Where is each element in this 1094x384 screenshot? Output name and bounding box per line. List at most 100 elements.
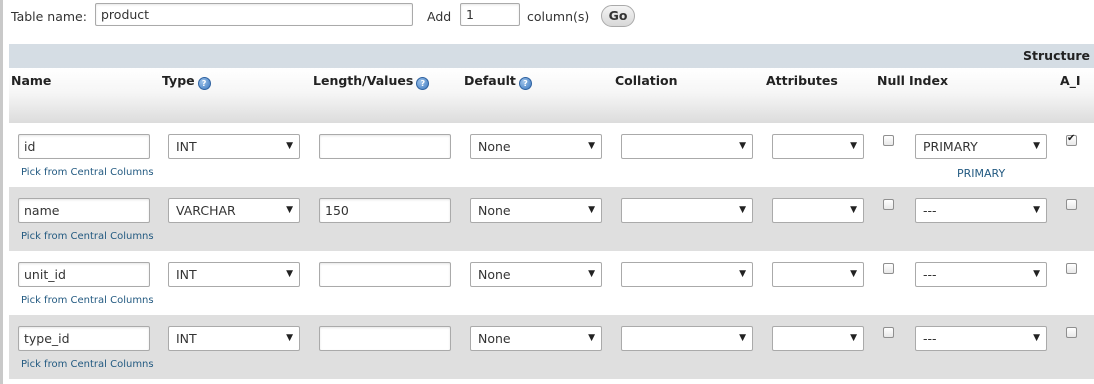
attributes-select[interactable]: ▼ xyxy=(772,326,864,351)
collation-select[interactable]: ▼ xyxy=(621,198,753,223)
attributes-select[interactable]: ▼ xyxy=(772,198,864,223)
add-label: Add xyxy=(427,9,452,24)
dropdown-arrow-icon: ▼ xyxy=(588,333,595,343)
dropdown-arrow-icon: ▼ xyxy=(739,269,746,279)
col-header-length-label: Length/Values xyxy=(313,73,414,88)
col-header-default: Default? xyxy=(464,73,532,90)
col-header-attributes: Attributes xyxy=(766,73,838,88)
length-values-input[interactable] xyxy=(319,134,451,159)
type-select[interactable]: VARCHAR ▼ xyxy=(168,198,300,223)
table-row: Pick from Central Columns INT ▼ None ▼ ▼ ▼… xyxy=(9,251,1094,315)
pick-central-columns-link[interactable]: Pick from Central Columns xyxy=(21,295,154,306)
null-checkbox[interactable] xyxy=(883,199,894,210)
type-select-value: INT xyxy=(176,331,197,346)
dropdown-arrow-icon: ▼ xyxy=(1033,205,1040,215)
auto-increment-checkbox[interactable] xyxy=(1066,263,1077,274)
default-select-value: None xyxy=(478,331,511,346)
col-header-length: Length/Values? xyxy=(313,73,430,90)
default-select[interactable]: None ▼ xyxy=(470,134,602,159)
dropdown-arrow-icon: ▼ xyxy=(286,269,293,279)
index-select[interactable]: --- ▼ xyxy=(915,262,1047,287)
dropdown-arrow-icon: ▼ xyxy=(1033,141,1040,151)
table-name-input[interactable] xyxy=(95,3,413,26)
structure-heading: Structure xyxy=(1023,48,1090,63)
pick-central-columns-link[interactable]: Pick from Central Columns xyxy=(21,167,154,178)
dropdown-arrow-icon: ▼ xyxy=(588,269,595,279)
dropdown-arrow-icon: ▼ xyxy=(850,205,857,215)
col-header-name: Name xyxy=(11,73,52,88)
collation-select[interactable]: ▼ xyxy=(621,134,753,159)
column-name-input[interactable] xyxy=(18,326,150,351)
null-checkbox[interactable] xyxy=(883,263,894,274)
index-select-value: PRIMARY xyxy=(923,139,978,154)
dropdown-arrow-icon: ▼ xyxy=(286,333,293,343)
dropdown-arrow-icon: ▼ xyxy=(286,141,293,151)
col-header-type: Type? xyxy=(162,73,211,90)
type-select[interactable]: INT ▼ xyxy=(168,262,300,287)
left-border xyxy=(0,0,3,384)
type-select-value: INT xyxy=(176,267,197,282)
add-columns-count-input[interactable] xyxy=(460,3,520,26)
index-select[interactable]: --- ▼ xyxy=(915,326,1047,351)
table-row: Pick from Central Columns INT ▼ None ▼ ▼ ▼… xyxy=(9,123,1094,187)
default-select-value: None xyxy=(478,139,511,154)
table-row: Pick from Central Columns INT ▼ None ▼ ▼ ▼… xyxy=(9,315,1094,379)
index-select-value: --- xyxy=(923,203,937,218)
length-values-input[interactable] xyxy=(319,326,451,351)
type-select-value: VARCHAR xyxy=(176,203,236,218)
col-header-index: Index xyxy=(909,73,949,88)
col-header-type-label: Type xyxy=(162,73,195,88)
collation-select[interactable]: ▼ xyxy=(621,326,753,351)
col-header-null: Null xyxy=(877,73,905,88)
auto-increment-checkbox[interactable] xyxy=(1066,327,1077,338)
attributes-select[interactable]: ▼ xyxy=(772,134,864,159)
length-values-input[interactable] xyxy=(319,262,451,287)
type-select[interactable]: INT ▼ xyxy=(168,326,300,351)
null-checkbox[interactable] xyxy=(883,135,894,146)
dropdown-arrow-icon: ▼ xyxy=(588,141,595,151)
dropdown-arrow-icon: ▼ xyxy=(739,141,746,151)
index-select[interactable]: PRIMARY ▼ xyxy=(915,134,1047,159)
help-icon[interactable]: ? xyxy=(197,77,211,90)
col-header-collation: Collation xyxy=(615,73,678,88)
go-button[interactable]: Go xyxy=(601,5,635,27)
pick-central-columns-link[interactable]: Pick from Central Columns xyxy=(21,231,154,242)
index-primary-link[interactable]: PRIMARY xyxy=(957,167,1005,180)
attributes-select[interactable]: ▼ xyxy=(772,262,864,287)
default-select[interactable]: None ▼ xyxy=(470,326,602,351)
col-header-default-label: Default xyxy=(464,73,516,88)
header-band: Structure xyxy=(9,44,1094,68)
dropdown-arrow-icon: ▼ xyxy=(850,333,857,343)
length-values-input[interactable] xyxy=(319,198,451,223)
collation-select[interactable]: ▼ xyxy=(621,262,753,287)
type-select-value: INT xyxy=(176,139,197,154)
structure-table: Structure Name Type? Length/Values? Defa… xyxy=(9,44,1094,384)
help-icon[interactable]: ? xyxy=(518,77,532,90)
dropdown-arrow-icon: ▼ xyxy=(1033,269,1040,279)
dropdown-arrow-icon: ▼ xyxy=(286,205,293,215)
column-name-input[interactable] xyxy=(18,198,150,223)
table-row: Pick from Central Columns VARCHAR ▼ None ▼… xyxy=(9,187,1094,251)
index-select[interactable]: --- ▼ xyxy=(915,198,1047,223)
default-select[interactable]: None ▼ xyxy=(470,262,602,287)
column-header-row: Name Type? Length/Values? Default? Colla… xyxy=(9,68,1094,123)
dropdown-arrow-icon: ▼ xyxy=(850,141,857,151)
index-select-value: --- xyxy=(923,331,937,346)
help-icon[interactable]: ? xyxy=(416,77,430,90)
col-header-ai: A_I xyxy=(1060,73,1081,88)
column-name-input[interactable] xyxy=(18,262,150,287)
table-name-label: Table name: xyxy=(11,9,87,24)
column-name-input[interactable] xyxy=(18,134,150,159)
auto-increment-checkbox[interactable] xyxy=(1066,199,1077,210)
index-select-value: --- xyxy=(923,267,937,282)
auto-increment-checkbox[interactable] xyxy=(1066,133,1077,146)
pick-central-columns-link[interactable]: Pick from Central Columns xyxy=(21,359,154,370)
type-select[interactable]: INT ▼ xyxy=(168,134,300,159)
default-select[interactable]: None ▼ xyxy=(470,198,602,223)
dropdown-arrow-icon: ▼ xyxy=(739,205,746,215)
dropdown-arrow-icon: ▼ xyxy=(1033,333,1040,343)
null-checkbox[interactable] xyxy=(883,327,894,338)
dropdown-arrow-icon: ▼ xyxy=(588,205,595,215)
table-name-bar: Table name: Add column(s) Go xyxy=(0,0,1094,34)
default-select-value: None xyxy=(478,267,511,282)
